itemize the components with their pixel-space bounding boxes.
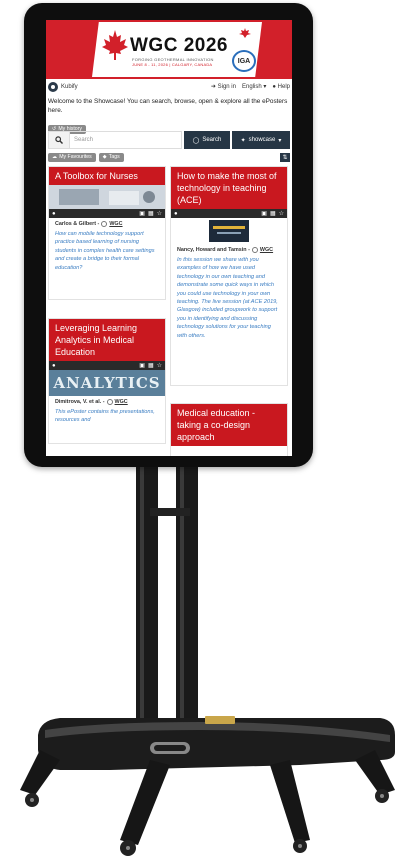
event-banner: WGC 2026 FORGING GEOTHERMAL INNOVATION J… — [46, 20, 292, 79]
sign-in-link[interactable]: ➜ Sign in — [211, 83, 236, 90]
star-icon[interactable]: ☆ — [279, 210, 284, 217]
top-bar: Kubify ➜ Sign in English ▾ ● Help — [46, 79, 292, 94]
my-favourites-label: My Favourites — [59, 154, 92, 160]
grid-icon[interactable]: ▦ — [148, 210, 154, 217]
info-icon: ● — [272, 83, 276, 90]
poster-card[interactable]: Medical education - taking a co-design a… — [170, 403, 288, 456]
filters-row: ☁ My Favourites ◆ Tags ⇅ — [46, 149, 292, 162]
search-input[interactable]: Search — [70, 131, 182, 149]
tags-button[interactable]: ◆ Tags — [98, 152, 124, 162]
authors-label: Dimitrova, V. et al. - — [55, 399, 105, 405]
poster-authors: Carlos & Gilbert - WGC — [49, 218, 165, 229]
org-ring-icon — [251, 247, 258, 253]
poster-card[interactable]: Leveraging Learning Analytics in Medical… — [48, 318, 166, 444]
search-row: Search ◯ Search ✦ showcase ▾ — [48, 131, 290, 149]
poster-description: How can mobile technology support practi… — [55, 231, 155, 271]
poster-title: A Toolbox for Nurses — [49, 167, 165, 185]
language-label: English — [241, 84, 262, 90]
star-icon[interactable]: ☆ — [157, 210, 162, 217]
kubify-brand[interactable]: Kubify — [48, 81, 78, 92]
poster-authors: Dimitrova, V. et al. - WGC — [49, 396, 165, 407]
pin-icon: ✦ — [240, 137, 246, 144]
org-ring-icon — [106, 399, 113, 405]
iga-logo: IGA — [232, 50, 256, 72]
sort-button[interactable]: ⇅ — [280, 152, 290, 162]
org-ring-icon — [101, 221, 108, 227]
authors-label: Carlos & Gilbert - — [55, 221, 100, 227]
search-button-label: Search — [202, 137, 222, 143]
poster-card[interactable]: How to make the most of technology in te… — [170, 166, 288, 386]
grid-icon[interactable]: ▦ — [270, 210, 276, 217]
search-icon — [48, 131, 70, 149]
tags-label: Tags — [108, 154, 120, 160]
maple-leaf-icon — [102, 30, 128, 60]
poster-toolbar: ● ▣ ▦ ☆ — [49, 361, 165, 370]
language-select[interactable]: English ▾ — [242, 83, 266, 90]
globe-icon: ● — [174, 210, 178, 217]
open-icon[interactable]: ▣ — [139, 210, 145, 217]
banner-dates: JUNE 8 - 11, 2026 | CALGARY, CANADA — [132, 62, 213, 67]
sign-in-label: Sign in — [217, 84, 236, 90]
org-link[interactable]: WGC — [260, 247, 273, 253]
poster-thumbnail — [171, 218, 287, 244]
poster-authors: Nancy, Howard and Tamsin - WGC — [171, 244, 287, 255]
grid-icon[interactable]: ▦ — [148, 362, 154, 369]
sign-in-icon: ➜ — [210, 84, 216, 90]
poster-title: Leveraging Learning Analytics in Medical… — [49, 319, 165, 361]
kubify-logo-icon — [48, 81, 58, 92]
poster-title: How to make the most of technology in te… — [171, 167, 287, 209]
geothermal-logo-icon — [239, 28, 251, 38]
globe-icon: ● — [52, 362, 56, 369]
poster-description: In this session we share with you exampl… — [177, 257, 278, 339]
poster-toolbar: ● ▣ ▦ ☆ — [49, 209, 165, 218]
poster-toolbar: ● ▣ ▦ ☆ — [171, 209, 287, 218]
poster-card[interactable]: A Toolbox for Nurses ● ▣ ▦ ☆ Carlos & Gi… — [48, 166, 166, 300]
globe-icon: ● — [52, 210, 56, 217]
tag-icon: ◆ — [102, 154, 107, 160]
poster-grid: A Toolbox for Nurses ● ▣ ▦ ☆ Carlos & Gi… — [46, 166, 292, 456]
banner-title: WGC 2026 — [130, 35, 228, 56]
search-button[interactable]: ◯ Search — [184, 131, 230, 149]
poster-description: This ePoster contains the presentations,… — [55, 409, 155, 424]
banner-panel: WGC 2026 FORGING GEOTHERMAL INNOVATION J… — [92, 22, 262, 77]
thumbnail-text: ANALYTICS — [53, 374, 161, 392]
showcase-label: showcase — [248, 137, 276, 143]
showcase-screen: WGC 2026 FORGING GEOTHERMAL INNOVATION J… — [46, 20, 292, 456]
poster-thumbnail — [49, 185, 165, 209]
kubify-label: Kubify — [61, 83, 78, 90]
open-icon[interactable]: ▣ — [261, 210, 267, 217]
search-circle-icon: ◯ — [192, 137, 200, 144]
showcase-dropdown[interactable]: ✦ showcase ▾ — [232, 131, 290, 149]
org-link[interactable]: WGC — [109, 221, 122, 227]
history-row: ↺ My history — [46, 117, 292, 134]
chevron-down-icon: ▾ — [263, 84, 267, 90]
help-link[interactable]: ● Help — [272, 84, 290, 90]
authors-label: Nancy, Howard and Tamsin - — [177, 247, 250, 253]
org-link[interactable]: WGC — [115, 399, 128, 405]
cloud-icon: ☁ — [52, 154, 58, 160]
open-icon[interactable]: ▣ — [139, 362, 145, 369]
star-icon[interactable]: ☆ — [157, 362, 162, 369]
help-label: Help — [277, 83, 290, 90]
my-favourites-button[interactable]: ☁ My Favourites — [48, 152, 96, 162]
chevron-down-icon: ▾ — [278, 137, 282, 144]
welcome-text: Welcome to the Showcase! You can search,… — [48, 98, 288, 114]
poster-title: Medical education - taking a co-design a… — [171, 404, 287, 446]
poster-thumbnail: ANALYTICS — [49, 370, 165, 396]
